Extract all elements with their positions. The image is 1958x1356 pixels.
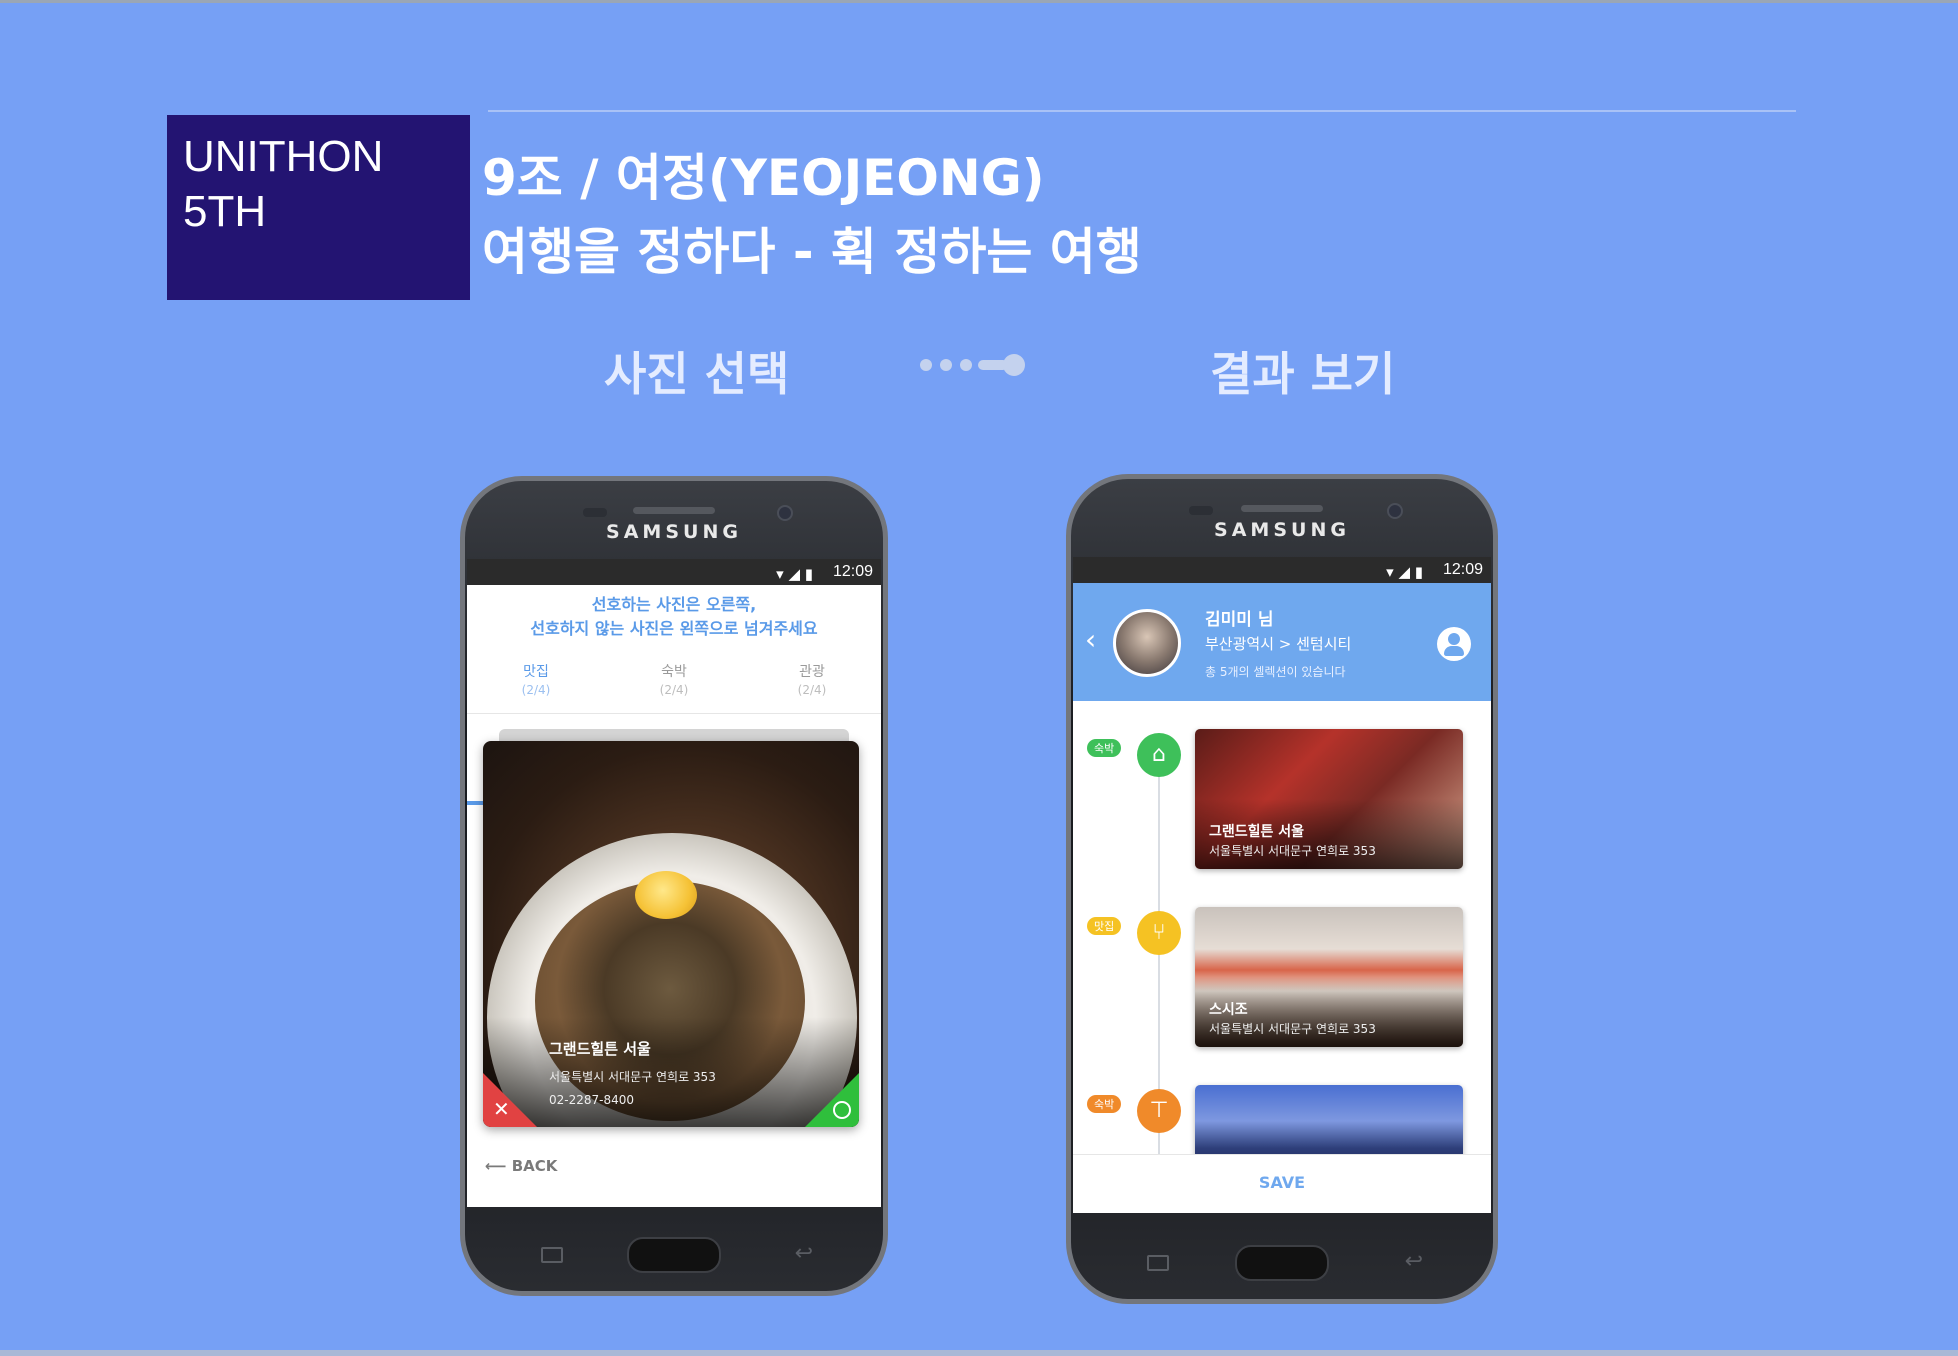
tab-label: 숙박 [661, 664, 687, 680]
top-border [0, 0, 1958, 3]
phone-brand-logo: SAMSUNG [606, 521, 742, 543]
tab-sightseeing[interactable]: 관광 (2/4) [743, 663, 881, 699]
circle-icon[interactable] [833, 1101, 851, 1119]
back-button[interactable]: ⟵ BACK [485, 1157, 557, 1175]
phone-brand-logo: SAMSUNG [1214, 519, 1350, 541]
swipe-instructions: 선호하는 사진은 오른쪽, 선호하지 않는 사진은 왼쪽으로 넘겨주세요 [467, 593, 881, 641]
back-label: BACK [511, 1157, 558, 1175]
user-icon[interactable] [1437, 627, 1471, 661]
event-brand-box: UNITHON 5TH [167, 115, 470, 300]
bottom-border [0, 1350, 1958, 1356]
profile-location: 부산광역시 > 센텀시티 [1205, 635, 1352, 653]
accept-button[interactable] [805, 1073, 859, 1127]
hardware-nav-bar: ↩ [1071, 1229, 1493, 1299]
tab-label: 관광 [799, 664, 825, 680]
place-title: 그랜드힐튼 서울 [549, 1040, 651, 1058]
signal-icon: ▾ ◢ ▮ [1386, 563, 1423, 581]
tab-count: (2/4) [521, 683, 551, 697]
profile-header: ‹ 김미미 님 부산광역시 > 센텀시티 총 5개의 셀렉션이 있습니다 [1073, 583, 1491, 701]
instruction-line-2: 선호하지 않는 사진은 왼쪽으로 넘겨주세요 [530, 619, 818, 638]
arrow-left-icon: ⟵ [485, 1157, 507, 1175]
utensils-icon: ⑂ [1137, 911, 1181, 955]
place-title: 그랜드힐튼 서울 [1209, 824, 1305, 840]
back-nav-icon[interactable]: ↩ [1405, 1249, 1423, 1274]
camera-icon [1387, 503, 1403, 519]
phone-sensor [583, 508, 607, 517]
place-card[interactable]: 스시조 서울특별시 서대문구 연희로 353 [1195, 907, 1463, 1047]
status-bar: ▾ ◢ ▮ 12:09 [467, 559, 881, 585]
tab-count: (2/4) [659, 683, 689, 697]
signal-icon: ▾ ◢ ▮ [776, 565, 813, 583]
dotted-arrow-icon [920, 354, 1025, 376]
home-button[interactable] [627, 1237, 721, 1273]
phone-sensor [1189, 506, 1213, 515]
category-tabs: 맛집 (2/4) 숙박 (2/4) 관광 (2/4) [467, 663, 881, 805]
team-title: 9조 / 여정(YEOJEONG) [482, 149, 1045, 207]
step-label-result: 결과 보기 [1210, 347, 1396, 401]
avatar [1113, 609, 1181, 677]
status-time: 12:09 [832, 563, 873, 580]
tagline: 여행을 정하다 - 휙 정하는 여행 [482, 223, 1142, 281]
instruction-line-1: 선호하는 사진은 오른쪽, [591, 595, 757, 614]
recent-apps-icon[interactable] [1147, 1255, 1169, 1271]
tab-count: (2/4) [797, 683, 827, 697]
x-icon[interactable]: ✕ [493, 1097, 510, 1121]
status-bar: ▾ ◢ ▮ 12:09 [1073, 557, 1491, 583]
place-phone: 02-2287-8400 [549, 1093, 635, 1107]
screen-result: ▾ ◢ ▮ 12:09 ‹ 김미미 님 부산광역시 > 센텀시티 총 5개의 셀… [1073, 557, 1491, 1213]
food-photo-yolk [635, 871, 697, 919]
category-badge-lodging: 숙박 [1087, 1095, 1122, 1113]
phone-photo-select: SAMSUNG ▾ ◢ ▮ 12:09 선호하는 사진은 오른쪽, 선호하지 않… [460, 476, 888, 1296]
back-nav-icon[interactable]: ↩ [795, 1241, 813, 1266]
category-badge-restaurant: 맛집 [1087, 917, 1122, 935]
swipe-photo-card[interactable]: 그랜드힐튼 서울 서울특별시 서대문구 연희로 353 02-2287-8400… [483, 741, 859, 1127]
phone-speaker [1241, 505, 1323, 512]
chevron-left-icon[interactable]: ‹ [1085, 623, 1096, 656]
place-address: 서울특별시 서대문구 연희로 353 [1209, 1022, 1376, 1036]
brand-line-2: 5TH [183, 187, 267, 236]
phone-speaker [633, 507, 715, 514]
header-rule [488, 110, 1796, 112]
phone-result: SAMSUNG ▾ ◢ ▮ 12:09 ‹ 김미미 님 부산광역시 > 센텀시티… [1066, 474, 1498, 1304]
tab-label: 맛집 [523, 664, 549, 680]
reject-button[interactable] [483, 1073, 537, 1127]
category-badge-lodging: 숙박 [1087, 739, 1122, 757]
place-address: 서울특별시 서대문구 연희로 353 [1209, 844, 1376, 858]
signpost-icon: ⊤ [1137, 1089, 1181, 1133]
step-label-photo-select: 사진 선택 [604, 347, 790, 401]
status-time: 12:09 [1442, 561, 1483, 578]
selection-count: 총 5개의 셀렉션이 있습니다 [1205, 665, 1346, 679]
home-button[interactable] [1235, 1245, 1329, 1281]
place-card[interactable]: 그랜드힐튼 서울 서울특별시 서대문구 연희로 353 [1195, 729, 1463, 869]
home-icon: ⌂ [1137, 733, 1181, 777]
tab-restaurant[interactable]: 맛집 (2/4) [467, 663, 605, 699]
hardware-nav-bar: ↩ [465, 1221, 883, 1291]
place-title: 스시조 [1209, 1002, 1248, 1018]
tab-lodging[interactable]: 숙박 (2/4) [605, 663, 743, 699]
recent-apps-icon[interactable] [541, 1247, 563, 1263]
camera-icon [777, 505, 793, 521]
brand-line-1: UNITHON [183, 132, 384, 181]
place-address: 서울특별시 서대문구 연희로 353 [549, 1070, 716, 1084]
profile-name: 김미미 님 [1205, 610, 1274, 630]
save-button[interactable]: SAVE [1073, 1154, 1491, 1213]
screen-photo-select: ▾ ◢ ▮ 12:09 선호하는 사진은 오른쪽, 선호하지 않는 사진은 왼쪽… [467, 559, 881, 1207]
